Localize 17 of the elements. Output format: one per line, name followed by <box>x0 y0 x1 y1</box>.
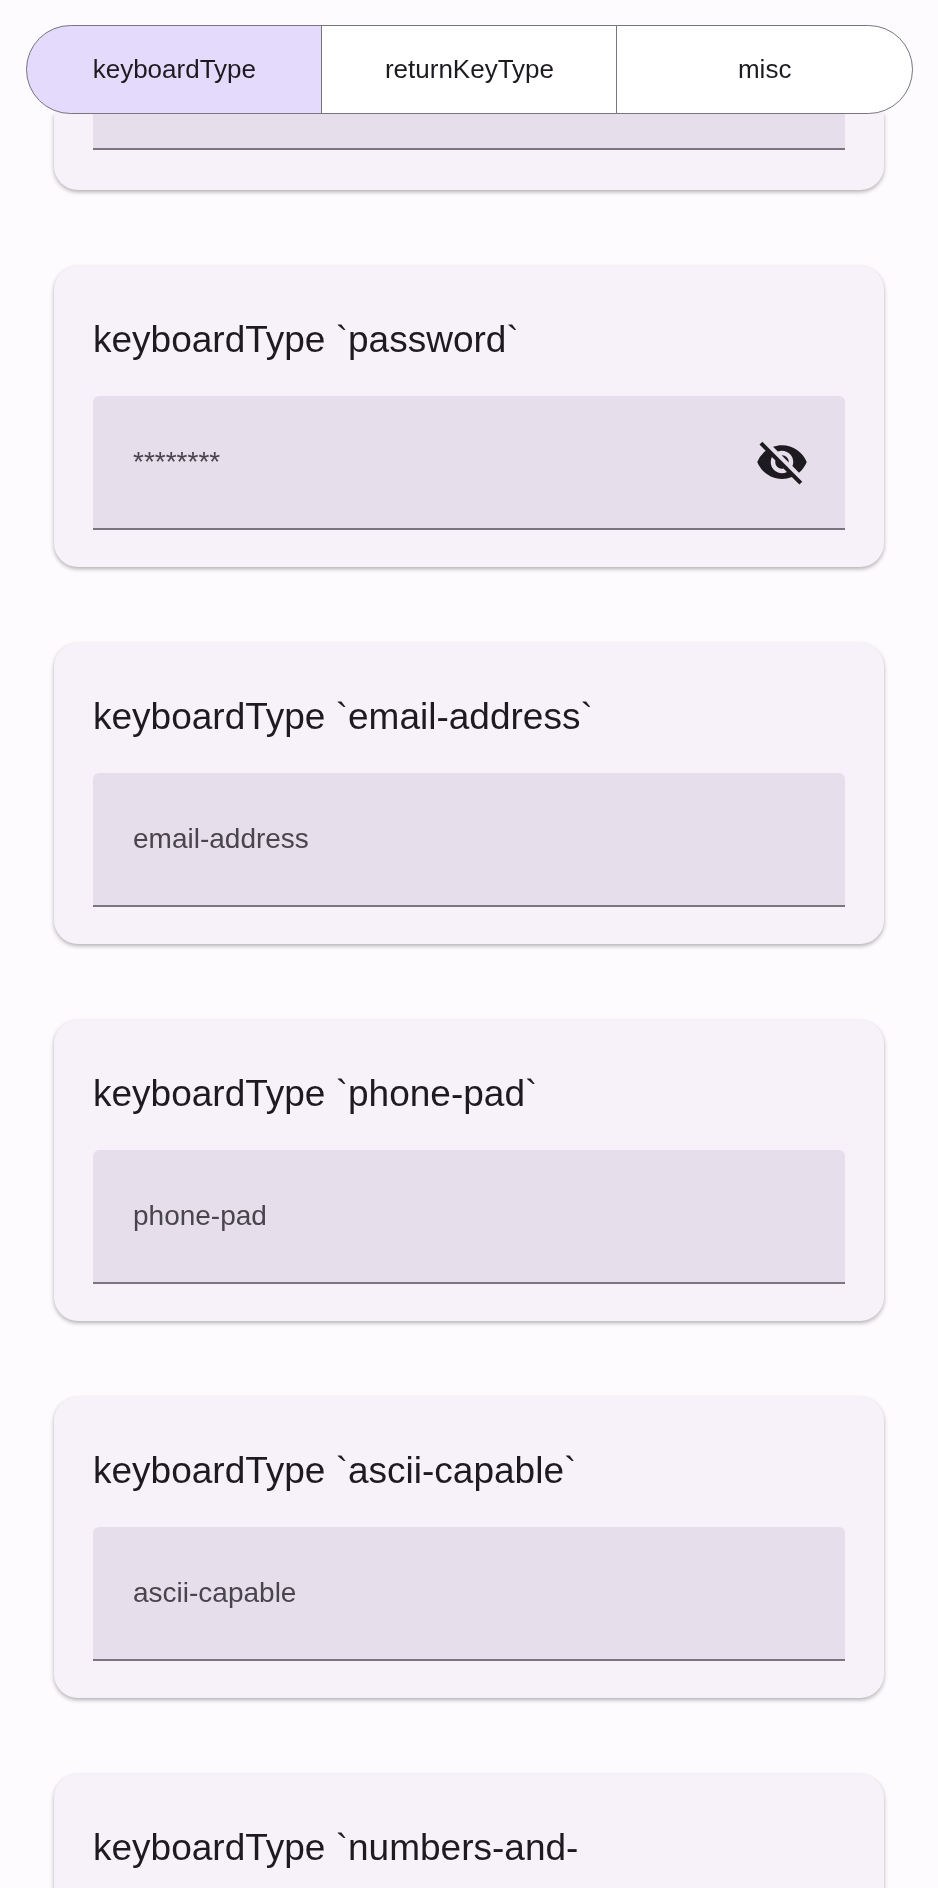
input-field[interactable]: ascii-capable <box>93 1527 845 1661</box>
card-title: keyboardType `phone-pad` <box>93 1072 539 1116</box>
field-value: ******** <box>133 445 222 479</box>
card-title: keyboardType `ascii-capable` <box>93 1449 578 1493</box>
segment-tab[interactable]: misc <box>616 25 913 114</box>
field-value: phone-pad <box>133 1199 268 1233</box>
field-value: email-address <box>133 822 310 856</box>
input-field[interactable] <box>93 113 845 150</box>
card-title: keyboardType `numbers-and- <box>93 1826 580 1870</box>
card-title: keyboardType `password` <box>93 318 520 362</box>
input-field[interactable]: phone-pad <box>93 1150 845 1284</box>
field-value: ascii-capable <box>133 1576 298 1610</box>
card-title: keyboardType `email-address` <box>93 695 594 739</box>
input-field[interactable]: email-address <box>93 773 845 907</box>
input-field[interactable]: ******** <box>93 396 845 530</box>
segment-tab[interactable]: keyboardType <box>26 25 323 114</box>
segment-tab[interactable]: returnKeyType <box>321 25 618 114</box>
